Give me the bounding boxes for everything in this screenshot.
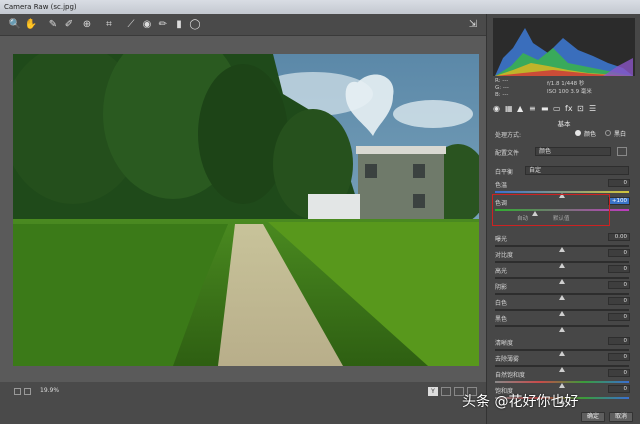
straighten-icon[interactable]: ⟋ xyxy=(124,18,138,32)
treatment-color-label: 颜色 xyxy=(584,131,597,138)
lens-tab-icon[interactable]: ▭ xyxy=(553,104,561,113)
slider-label-10: 自然饱和度 xyxy=(495,372,526,379)
slider-thumb-6[interactable] xyxy=(559,311,565,316)
profile-label: 配置文件 xyxy=(495,150,520,157)
b-value: --- xyxy=(502,92,509,98)
detail-tab-icon[interactable]: ▲ xyxy=(517,104,523,113)
slider-value-4[interactable]: 0 xyxy=(608,265,630,273)
red-eye-icon[interactable]: ◉ xyxy=(140,18,154,32)
g-value: --- xyxy=(502,85,509,91)
slider-value-0[interactable]: 0 xyxy=(608,179,630,187)
slider-thumb-9[interactable] xyxy=(559,367,565,372)
watermark: 头条 @花好你也好 xyxy=(462,394,579,410)
slider-thumb-10[interactable] xyxy=(559,383,565,388)
presets-tab-icon[interactable]: ☰ xyxy=(589,104,596,113)
g-label: G: xyxy=(495,85,502,91)
slider-thumb-3[interactable] xyxy=(559,263,565,268)
split-tone-tab-icon[interactable]: ▬ xyxy=(541,104,549,113)
slider-value-7[interactable]: 0 xyxy=(608,313,630,321)
target-icon[interactable]: ⊕ xyxy=(80,18,94,32)
treatment-bw-label: 黑白 xyxy=(614,131,627,138)
r-value: --- xyxy=(502,78,509,84)
slider-label-0: 色温 xyxy=(495,182,508,189)
highlight-box xyxy=(492,194,610,226)
effects-tab-icon[interactable]: fx xyxy=(565,104,573,113)
slider-label-8: 清晰度 xyxy=(495,340,514,347)
brush-icon[interactable]: ✏ xyxy=(156,18,170,32)
landscape-image xyxy=(13,54,479,366)
slider-value-2[interactable]: 0.00 xyxy=(608,233,630,241)
slider-label-7: 黑色 xyxy=(495,316,508,323)
histogram-graph xyxy=(495,28,633,76)
rgb-readout: R: --- G: --- B: --- xyxy=(495,78,509,99)
adjustments-panel: R: --- G: --- B: --- f/1.8 1/448 秒 ISO 1… xyxy=(486,14,640,424)
tone-curve-tab-icon[interactable]: ▦ xyxy=(505,104,513,113)
window-title: Camera Raw (sc.jpg) xyxy=(4,3,77,11)
crop-icon[interactable]: ⌗ xyxy=(102,18,116,32)
slider-value-10[interactable]: 0 xyxy=(608,369,630,377)
camera-info-line1: f/1.8 1/448 秒 xyxy=(547,81,585,87)
graduated-filter-icon[interactable]: ▮ xyxy=(172,18,186,32)
export-icon[interactable]: ⇲ xyxy=(466,18,480,32)
slider-thumb-4[interactable] xyxy=(559,279,565,284)
wb-label: 白平衡 xyxy=(495,169,514,176)
hsl-tab-icon[interactable]: ≡ xyxy=(529,104,536,113)
r-label: R: xyxy=(495,78,501,84)
wb-select[interactable]: 自定 xyxy=(525,166,629,175)
histogram xyxy=(493,18,635,76)
treatment-label: 处理方式: xyxy=(495,132,522,139)
slider-value-5[interactable]: 0 xyxy=(608,281,630,289)
slider-label-3: 对比度 xyxy=(495,252,514,259)
slider-label-9: 去除薄雾 xyxy=(495,356,520,363)
slider-label-5: 阴影 xyxy=(495,284,508,291)
toolbar: 🔍 ✋ ✎ ✐ ⊕ ⌗ ⟋ ◉ ✏ ▮ ◯ ⇲ xyxy=(0,14,486,36)
slider-value-9[interactable]: 0 xyxy=(608,353,630,361)
photo-preview[interactable] xyxy=(13,54,479,366)
before-after-y-icon[interactable]: Y xyxy=(428,387,438,396)
zoom-out-icon[interactable] xyxy=(14,388,21,395)
swap-settings-icon[interactable] xyxy=(441,387,451,396)
slider-label-4: 高光 xyxy=(495,268,508,275)
panel-tabs: ◉ ▦ ▲ ≡ ▬ ▭ fx ⊡ ☰ xyxy=(493,104,635,114)
color-sampler-icon[interactable]: ✐ xyxy=(62,18,76,32)
camera-info-line2: ISO 100 3.9 毫米 xyxy=(547,89,592,95)
slider-thumb-5[interactable] xyxy=(559,295,565,300)
slider-thumb-7[interactable] xyxy=(559,327,565,332)
profile-select[interactable]: 颜色 xyxy=(535,147,611,156)
window-titlebar: Camera Raw (sc.jpg) xyxy=(0,0,640,14)
slider-label-6: 白色 xyxy=(495,300,508,307)
slider-thumb-8[interactable] xyxy=(559,351,565,356)
zoom-icon[interactable]: 🔍 xyxy=(8,18,22,32)
zoom-level[interactable]: 19.9% xyxy=(40,387,59,394)
bw-radio[interactable] xyxy=(605,130,611,136)
slider-value-8[interactable]: 0 xyxy=(608,337,630,345)
b-label: B: xyxy=(495,92,501,98)
zoom-in-icon[interactable] xyxy=(24,388,31,395)
slider-thumb-2[interactable] xyxy=(559,247,565,252)
hand-icon[interactable]: ✋ xyxy=(24,18,38,32)
eyedropper-icon[interactable]: ✎ xyxy=(46,18,60,32)
radial-filter-icon[interactable]: ◯ xyxy=(188,18,202,32)
basic-tab-icon[interactable]: ◉ xyxy=(493,104,500,113)
status-bar: 19.9% Y xyxy=(0,382,486,424)
calibration-tab-icon[interactable]: ⊡ xyxy=(577,104,584,113)
auto-link[interactable]: 自动 xyxy=(517,214,528,222)
camera-info: f/1.8 1/448 秒 ISO 100 3.9 毫米 xyxy=(547,80,592,96)
section-title: 基本 xyxy=(557,120,571,128)
slider-value-3[interactable]: 0 xyxy=(608,249,630,257)
slider-label-2: 曝光 xyxy=(495,236,508,243)
slider-value-1[interactable]: +100 xyxy=(608,197,630,205)
color-radio[interactable] xyxy=(575,130,581,136)
profile-browser-icon[interactable] xyxy=(617,147,627,156)
default-link[interactable]: 默认值 xyxy=(553,214,570,222)
slider-value-6[interactable]: 0 xyxy=(608,297,630,305)
